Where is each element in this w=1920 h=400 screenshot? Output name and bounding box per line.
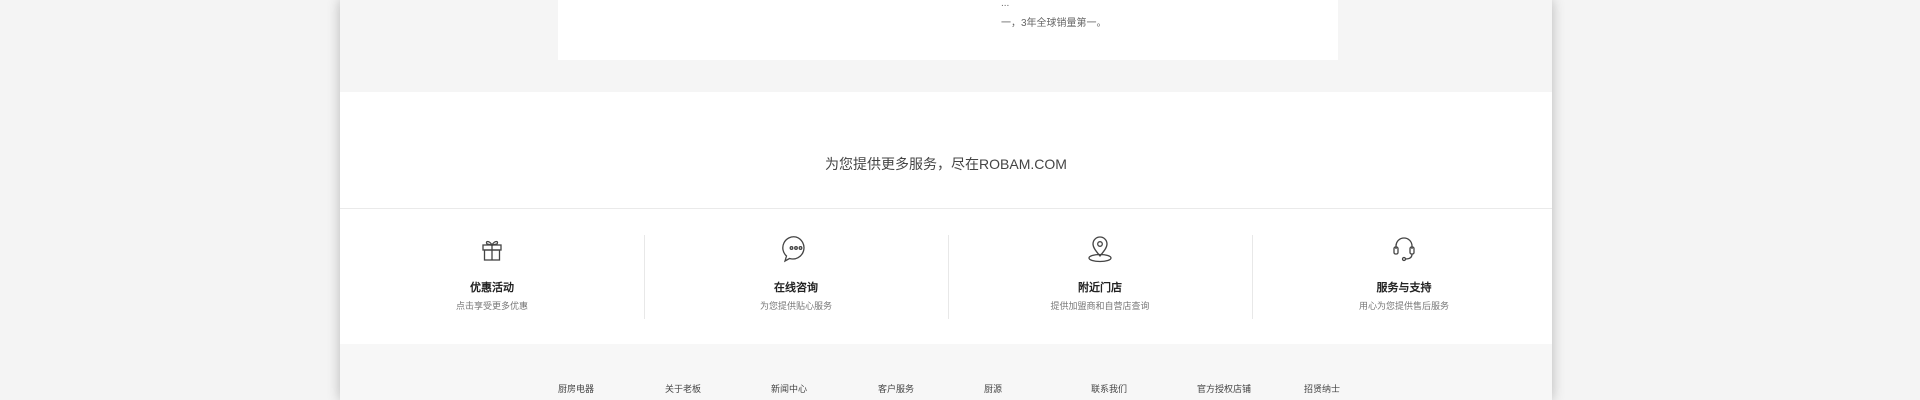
footer-link-customer-service[interactable]: 客户服务: [878, 382, 914, 395]
services-section: 为您提供更多服务，尽在ROBAM.COM: [340, 92, 1552, 208]
service-title: 附近门店: [1078, 282, 1122, 294]
footer-link-about[interactable]: 关于老板: [665, 382, 701, 395]
service-desc: 提供加盟商和自营店查询: [1050, 301, 1150, 311]
service-desc: 用心为您提供售后服务: [1358, 301, 1449, 311]
service-desc: 为您提供贴心服务: [759, 301, 832, 311]
service-item-online-consult[interactable]: 在线咨询 为您提供贴心服务: [644, 209, 948, 345]
page-container: ... 一，3年全球销量第一。 为您提供更多服务，尽在ROBAM.COM 优惠活…: [340, 0, 1552, 400]
intro-text: ... 一，3年全球销量第一。: [1001, 0, 1301, 34]
footer-link-official-stores[interactable]: 官方授权店铺: [1197, 382, 1251, 395]
product-intro-section: ... 一，3年全球销量第一。: [340, 0, 1552, 92]
service-title: 优惠活动: [470, 282, 514, 294]
footer-nav: 厨房电器 关于老板 新闻中心 客户服务 厨源 联系我们 官方授权店铺 招贤纳士: [340, 344, 1552, 400]
footer-link-kitchen-appliances[interactable]: 厨房电器: [558, 382, 594, 395]
footer-link-contact[interactable]: 联系我们: [1091, 382, 1127, 395]
intro-text-line: ...: [1001, 0, 1010, 9]
service-item-nearby-stores[interactable]: 附近门店 提供加盟商和自营店查询: [948, 209, 1252, 345]
chat-bubble-icon: [781, 234, 811, 264]
footer-link-careers[interactable]: 招贤纳士: [1304, 382, 1340, 395]
location-pin-icon: [1085, 234, 1115, 264]
services-heading: 为您提供更多服务，尽在ROBAM.COM: [825, 156, 1067, 172]
service-item-support[interactable]: 服务与支持 用心为您提供售后服务: [1252, 209, 1552, 345]
service-desc: 点击享受更多优惠: [455, 301, 528, 311]
service-title: 在线咨询: [774, 282, 818, 294]
intro-text-line: 一，3年全球销量第一。: [1001, 18, 1107, 29]
service-item-promotions[interactable]: 优惠活动 点击享受更多优惠: [340, 209, 644, 345]
footer-link-news[interactable]: 新闻中心: [771, 382, 807, 395]
service-strip: 优惠活动 点击享受更多优惠 在线咨询 为您提供贴心服务 附近门店 提供加盟商和自…: [340, 208, 1552, 346]
content-card: ... 一，3年全球销量第一。: [558, 0, 1338, 60]
service-title: 服务与支持: [1376, 282, 1432, 294]
headset-icon: [1389, 234, 1419, 264]
footer-link-kitchen-source[interactable]: 厨源: [984, 382, 1002, 395]
gift-icon: [477, 234, 507, 264]
